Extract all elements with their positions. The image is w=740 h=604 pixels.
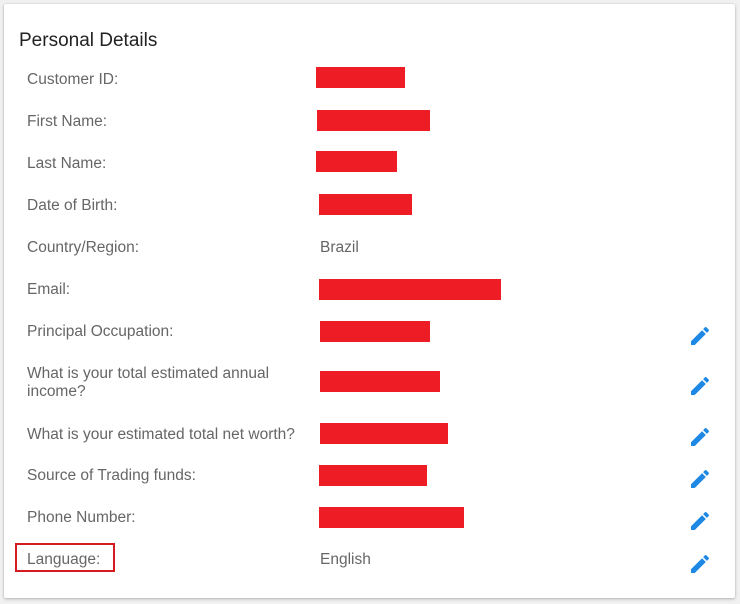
trading-funds-redacted-value [319,465,427,486]
pencil-icon [691,427,710,446]
net-worth-redacted-value [320,423,448,444]
customer-id-redacted-value [316,67,405,88]
date-of-birth-label: Date of Birth: [27,197,118,214]
pencil-icon [691,326,710,345]
country-region-label: Country/Region: [27,239,140,256]
email-label: Email: [27,281,71,298]
pencil-icon [691,469,710,488]
pencil-icon [691,554,710,573]
annual-income-label: What is your total estimated annual inco… [27,365,270,400]
country-region-value: Brazil [320,239,359,256]
principal-occupation-label: Principal Occupation: [27,323,174,340]
edit-occupation-button[interactable] [688,324,712,348]
email-redacted-value [319,279,501,300]
pencil-icon [691,511,710,530]
card-title: Personal Details [19,30,158,51]
edit-net-worth-button[interactable] [688,425,712,449]
edit-language-button[interactable] [688,552,712,576]
personal-details-card: Personal Details Customer ID: First Name… [4,4,735,598]
annual-income-redacted-value [320,371,440,392]
customer-id-label: Customer ID: [27,71,119,88]
phone-number-redacted-value [319,507,464,528]
first-name-label: First Name: [27,113,108,130]
last-name-redacted-value [316,151,397,172]
principal-occupation-redacted-value [320,321,430,342]
edit-trading-funds-button[interactable] [688,467,712,491]
language-value: English [320,551,371,568]
pencil-icon [691,376,710,395]
edit-phone-number-button[interactable] [688,509,712,533]
net-worth-label: What is your estimated total net worth? [27,426,295,443]
first-name-redacted-value [317,110,430,131]
date-of-birth-redacted-value [319,194,412,215]
edit-annual-income-button[interactable] [688,374,712,398]
trading-funds-label: Source of Trading funds: [27,467,196,484]
language-label: Language: [27,551,101,568]
last-name-label: Last Name: [27,155,107,172]
phone-number-label: Phone Number: [27,509,136,526]
